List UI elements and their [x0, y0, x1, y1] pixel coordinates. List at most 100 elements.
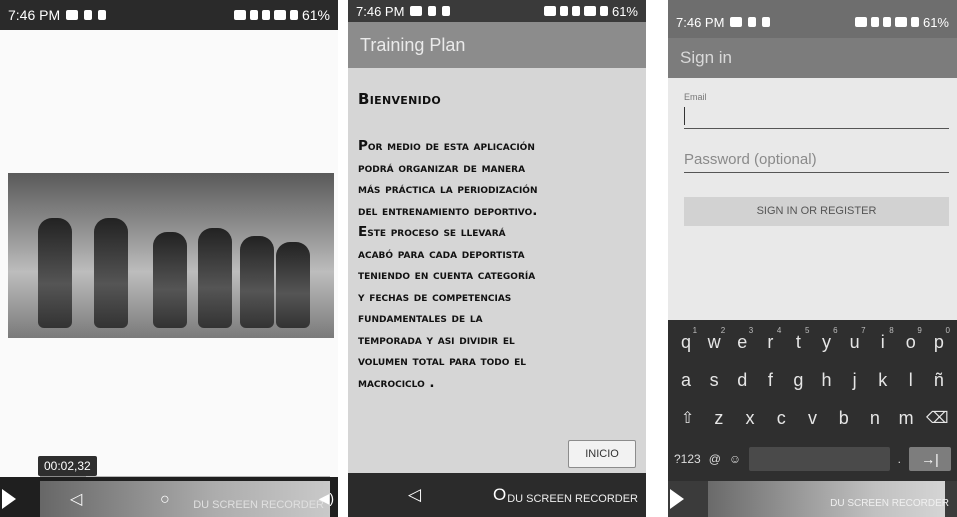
camera-icon: [410, 6, 423, 16]
text-cursor: [684, 107, 685, 125]
usb-icon: [84, 10, 93, 20]
key[interactable]: p0: [926, 326, 952, 353]
keyboard-row-3: ⇧ z x c v b n m ⌫: [668, 408, 957, 429]
nfc-icon: [854, 17, 867, 27]
inicio-button[interactable]: INICIO: [568, 440, 636, 468]
password-field-underline: [684, 172, 949, 173]
key[interactable]: r4: [757, 326, 783, 353]
key[interactable]: q1: [673, 326, 699, 353]
status-bar: 7:46 PM 61%: [348, 0, 646, 22]
key[interactable]: t5: [785, 326, 811, 353]
key[interactable]: c: [768, 408, 794, 429]
key[interactable]: m: [893, 408, 919, 429]
playback-time-label: 00:02,32: [38, 456, 97, 476]
page-title: Training Plan: [360, 35, 466, 55]
battery-percent: 61%: [301, 7, 330, 23]
key[interactable]: i8: [870, 326, 896, 353]
sign-in-button[interactable]: SIGN IN OR REGISTER: [684, 197, 949, 226]
play-icon[interactable]: [670, 489, 684, 509]
battery-percent: 61%: [611, 3, 638, 19]
status-bar: 7:46 PM 61%: [0, 0, 338, 30]
key[interactable]: f: [757, 370, 783, 391]
alarm-icon: [261, 10, 270, 20]
video-frame-runners[interactable]: [8, 173, 334, 338]
welcome-body-text: Por medio de esta aplicación podrá organ…: [358, 138, 538, 391]
alarm-icon: [882, 17, 891, 27]
usb-icon: [428, 6, 437, 16]
key[interactable]: e3: [729, 326, 755, 353]
battery-percent: 61%: [922, 14, 949, 30]
wifi-icon: [273, 10, 286, 20]
home-button[interactable]: ○: [160, 491, 170, 509]
keyboard-bottom-row: ?123 @ ☺ . →|: [668, 444, 957, 474]
app-title-bar: Sign in: [668, 38, 957, 78]
location-icon: [98, 10, 107, 20]
key[interactable]: u7: [842, 326, 868, 353]
enter-key[interactable]: →|: [909, 447, 951, 471]
key[interactable]: n: [862, 408, 888, 429]
key[interactable]: z: [706, 408, 732, 429]
alarm-icon: [571, 6, 580, 16]
back-button[interactable]: ◁: [408, 485, 421, 505]
back-button[interactable]: ◁: [70, 489, 82, 509]
app-title-bar: Training Plan: [348, 22, 646, 68]
volume-icon[interactable]: ◀): [319, 490, 334, 507]
location-icon: [762, 17, 771, 27]
at-key[interactable]: @: [709, 452, 721, 466]
email-field[interactable]: [684, 128, 949, 129]
recorder-watermark: DU SCREEN RECORDER: [830, 498, 949, 509]
sync-icon: [559, 6, 568, 16]
key[interactable]: j: [842, 370, 868, 391]
emoji-icon[interactable]: ☺: [729, 452, 741, 466]
nfc-icon: [233, 10, 246, 20]
key[interactable]: v: [799, 408, 825, 429]
email-label: Email: [684, 92, 707, 102]
play-icon[interactable]: [2, 489, 16, 509]
symbols-key[interactable]: ?123: [674, 452, 701, 466]
sync-icon: [870, 17, 879, 27]
welcome-heading: Bienvenido: [358, 90, 442, 108]
battery-icon: [289, 10, 298, 20]
sign-in-screen: 7:46 PM 61% Sign in Email Password (opti…: [668, 0, 957, 517]
key[interactable]: d: [729, 370, 755, 391]
camera-icon: [730, 17, 743, 27]
home-button[interactable]: O: [493, 485, 506, 505]
key[interactable]: l: [898, 370, 924, 391]
keyboard-row-2: a s d f g h j k l ñ: [668, 370, 957, 391]
soft-keyboard[interactable]: q1 w2 e3 r4 t5 y6 u7 i8 o9 p0 a s d f g …: [668, 320, 957, 481]
key[interactable]: s: [701, 370, 727, 391]
key[interactable]: w2: [701, 326, 727, 353]
space-bar[interactable]: [749, 447, 890, 471]
location-icon: [442, 6, 451, 16]
recorder-watermark: DU SCREEN RECORDER: [193, 499, 324, 511]
key[interactable]: y6: [814, 326, 840, 353]
navigation-bar: ◁ O DU SCREEN RECORDER: [348, 473, 646, 517]
key[interactable]: o9: [898, 326, 924, 353]
key[interactable]: b: [831, 408, 857, 429]
page-title: Sign in: [680, 48, 732, 67]
welcome-screen: 7:46 PM 61% Training Plan Bienvenido Por…: [348, 0, 646, 517]
recorder-watermark: DU SCREEN RECORDER: [507, 493, 638, 505]
key[interactable]: k: [870, 370, 896, 391]
nfc-icon: [543, 6, 556, 16]
battery-icon: [599, 6, 608, 16]
keyboard-row-1: q1 w2 e3 r4 t5 y6 u7 i8 o9 p0: [668, 326, 957, 353]
key[interactable]: x: [737, 408, 763, 429]
usb-icon: [748, 17, 757, 27]
key[interactable]: a: [673, 370, 699, 391]
battery-icon: [910, 17, 919, 27]
shift-icon[interactable]: ⇧: [675, 408, 701, 429]
key[interactable]: h: [814, 370, 840, 391]
key[interactable]: g: [785, 370, 811, 391]
password-field[interactable]: Password (optional): [684, 151, 817, 168]
wifi-icon: [583, 6, 596, 16]
navigation-bar: DU SCREEN RECORDER: [668, 481, 957, 517]
dot-key[interactable]: .: [898, 452, 901, 466]
wifi-icon: [894, 17, 907, 27]
backspace-icon[interactable]: ⌫: [924, 408, 950, 429]
camera-icon: [66, 10, 79, 20]
video-player-screen: 7:46 PM 61% 00:02,32 ◁ ○ DU SCREEN RECOR…: [0, 0, 338, 517]
status-time: 7:46 PM: [356, 3, 405, 19]
status-time: 7:46 PM: [8, 7, 61, 23]
key[interactable]: ñ: [926, 370, 952, 391]
